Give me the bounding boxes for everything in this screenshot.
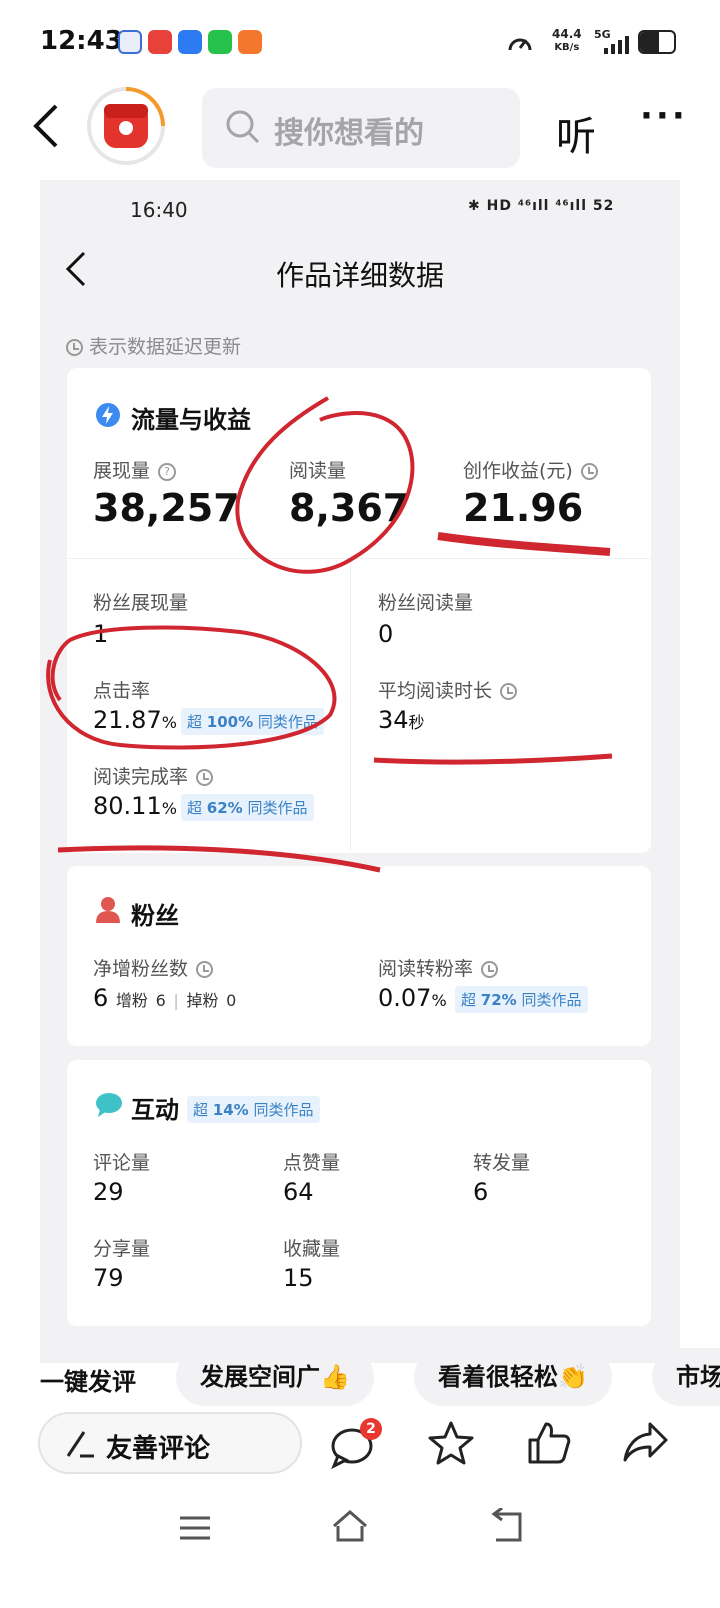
annotation-underline-earnings	[437, 532, 611, 556]
home-icon[interactable]	[330, 1508, 370, 1544]
comment-input[interactable]: 友善评论	[38, 1412, 302, 1474]
annotation-underline-avg-time	[373, 753, 613, 765]
quick-comment-pill[interactable]: 看着很轻松👏	[414, 1348, 612, 1406]
like-thumb-icon[interactable]	[526, 1420, 572, 1466]
comments-button[interactable]: 2	[330, 1418, 382, 1470]
favorite-star-icon[interactable]	[428, 1420, 474, 1466]
annotation-circle-reads	[235, 396, 415, 574]
comment-count-badge: 2	[360, 1418, 382, 1440]
comment-placeholder: 友善评论	[106, 1434, 211, 1464]
share-arrow-icon[interactable]	[622, 1420, 670, 1464]
annotation-circle-ctr	[46, 625, 337, 750]
system-nav-bar	[0, 1488, 720, 1608]
pen-icon	[66, 1431, 94, 1458]
quick-comment-pill[interactable]: 发展空间广👍	[176, 1348, 374, 1406]
annotation-underline-completion	[57, 845, 381, 873]
menu-icon[interactable]	[178, 1514, 212, 1542]
quick-comment-header[interactable]: 一键发评	[40, 1362, 136, 1397]
quick-comment-pill[interactable]: 市场	[652, 1348, 720, 1406]
back-nav-icon[interactable]	[490, 1508, 526, 1544]
